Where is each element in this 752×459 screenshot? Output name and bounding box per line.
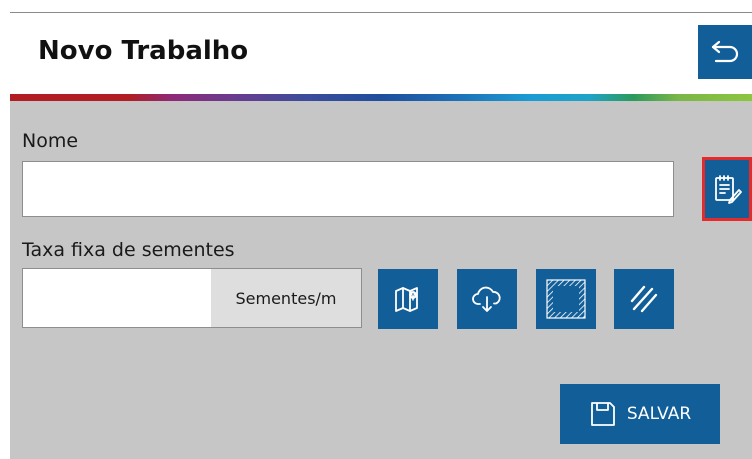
seed-rate-input[interactable] bbox=[23, 269, 211, 327]
boundary-fill-icon bbox=[544, 277, 588, 321]
top-divider bbox=[10, 12, 752, 13]
return-arrow-icon bbox=[708, 35, 742, 69]
cloud-download-button[interactable] bbox=[457, 269, 517, 329]
boundary-button[interactable] bbox=[536, 269, 596, 329]
map-pin-icon bbox=[392, 283, 424, 315]
hatch-pattern-button[interactable] bbox=[614, 269, 674, 329]
back-button[interactable] bbox=[698, 25, 752, 79]
cloud-download-icon bbox=[470, 283, 504, 315]
seed-rate-label: Taxa fixa de sementes bbox=[22, 239, 235, 261]
floppy-disk-icon bbox=[589, 400, 617, 428]
name-input[interactable] bbox=[22, 161, 674, 217]
save-label: SALVAR bbox=[626, 404, 692, 424]
brand-color-stripe bbox=[10, 94, 752, 101]
save-button[interactable]: SALVAR bbox=[560, 384, 720, 444]
map-button[interactable] bbox=[378, 269, 438, 329]
notepad-edit-icon bbox=[712, 173, 742, 205]
hatch-lines-icon bbox=[626, 281, 662, 317]
seed-rate-field: Sementes/m bbox=[22, 268, 362, 328]
page-title: Novo Trabalho bbox=[38, 36, 249, 66]
edit-name-button[interactable] bbox=[702, 157, 752, 221]
seed-rate-unit: Sementes/m bbox=[211, 269, 361, 327]
name-label: Nome bbox=[22, 130, 79, 152]
